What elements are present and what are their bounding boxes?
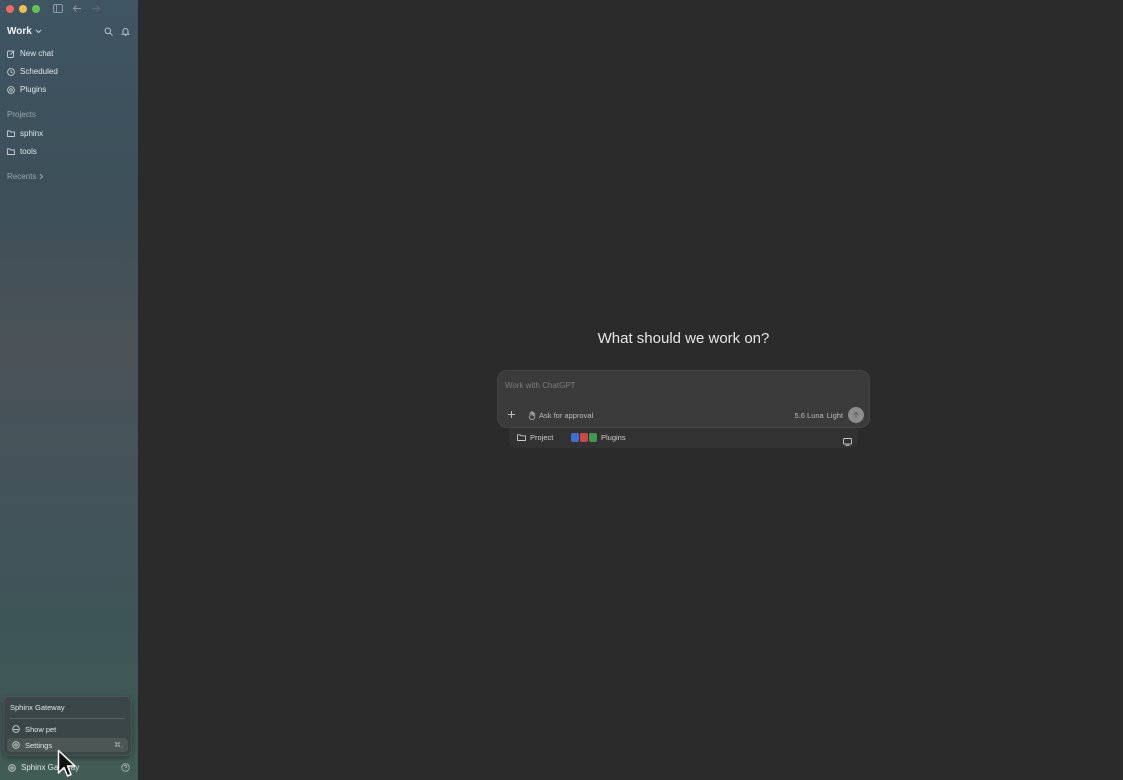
monitor-icon (843, 438, 852, 446)
nav-scheduled[interactable]: Scheduled (7, 67, 58, 76)
folder-icon (517, 434, 526, 441)
workspace-selector[interactable]: Work (7, 26, 42, 37)
pdf-plugin-icon (580, 433, 588, 442)
bell-icon[interactable] (121, 27, 130, 36)
project-sphinx[interactable]: sphinx (7, 129, 43, 138)
recents-toggle[interactable]: Recents (7, 172, 44, 181)
send-button[interactable] (848, 407, 864, 423)
help-icon[interactable] (121, 763, 130, 772)
sheets-plugin-icon (589, 433, 597, 442)
composer-context-bar: Project Plugins (509, 428, 858, 448)
model-selector[interactable]: 5.6 Luna Light (795, 411, 843, 420)
pet-icon (11, 725, 20, 734)
search-icon[interactable] (104, 27, 113, 36)
clock-icon (7, 67, 15, 76)
maximize-window-button[interactable] (32, 5, 40, 13)
plugins-selector[interactable]: Plugins (571, 433, 626, 442)
nav-label: Plugins (20, 85, 47, 94)
project-label: Project (530, 433, 554, 442)
projects-heading: Projects (7, 110, 36, 119)
menu-item-label: Settings (25, 740, 53, 750)
edit-icon (7, 49, 15, 58)
model-name: 5.6 Luna (794, 411, 824, 420)
back-arrow-icon[interactable] (71, 3, 82, 14)
plus-icon (508, 411, 515, 418)
sidebar: Work New chat Scheduled Plugins Projects (0, 0, 138, 780)
approval-label: Ask for approval (539, 411, 594, 420)
project-label: tools (20, 147, 37, 156)
window-controls (6, 5, 40, 13)
account-menu: Sphinx Gateway Show pet Settings ⌘, (3, 696, 132, 756)
gear-icon (7, 763, 16, 772)
menu-divider (10, 718, 125, 719)
workspace-name: Work (7, 26, 32, 37)
plugin-icons (571, 433, 597, 442)
environment-button[interactable] (843, 433, 852, 451)
plugin-icon (7, 85, 15, 94)
nav-label: New chat (20, 49, 54, 58)
page-heading: What should we work on? (597, 330, 770, 347)
chevron-down-icon (35, 29, 42, 34)
sidebar-toggle-icon[interactable] (52, 3, 63, 14)
project-selector[interactable]: Project (517, 433, 553, 442)
close-window-button[interactable] (6, 5, 14, 13)
composer: Work with ChatGPT Ask for approval 5.6 L… (497, 370, 870, 428)
plugins-label: Plugins (601, 433, 626, 442)
docs-plugin-icon (571, 433, 579, 442)
mouse-cursor-icon (57, 749, 76, 777)
project-label: sphinx (20, 129, 44, 138)
approval-mode-button[interactable]: Ask for approval (528, 411, 593, 420)
minimize-window-button[interactable] (19, 5, 27, 13)
arrow-up-icon (853, 411, 859, 418)
model-mode: Light (826, 411, 843, 420)
add-attachment-button[interactable] (507, 410, 516, 421)
forward-arrow-icon[interactable] (90, 3, 101, 14)
composer-input[interactable]: Work with ChatGPT (505, 381, 576, 390)
hand-icon (528, 411, 536, 420)
menu-item-show-pet[interactable]: Show pet (7, 722, 128, 736)
chevron-right-icon (40, 173, 44, 180)
account-menu-title: Sphinx Gateway (10, 703, 65, 712)
nav-new-chat[interactable]: New chat (7, 49, 53, 58)
project-tools[interactable]: tools (7, 147, 37, 156)
folder-icon (7, 130, 15, 138)
settings-shortcut: ⌘, (114, 742, 123, 749)
gear-icon (11, 741, 20, 750)
nav-label: Scheduled (20, 67, 58, 76)
nav-plugins[interactable]: Plugins (7, 85, 46, 94)
recents-label: Recents (7, 172, 37, 181)
menu-item-label: Show pet (25, 724, 57, 734)
folder-icon (7, 148, 15, 156)
